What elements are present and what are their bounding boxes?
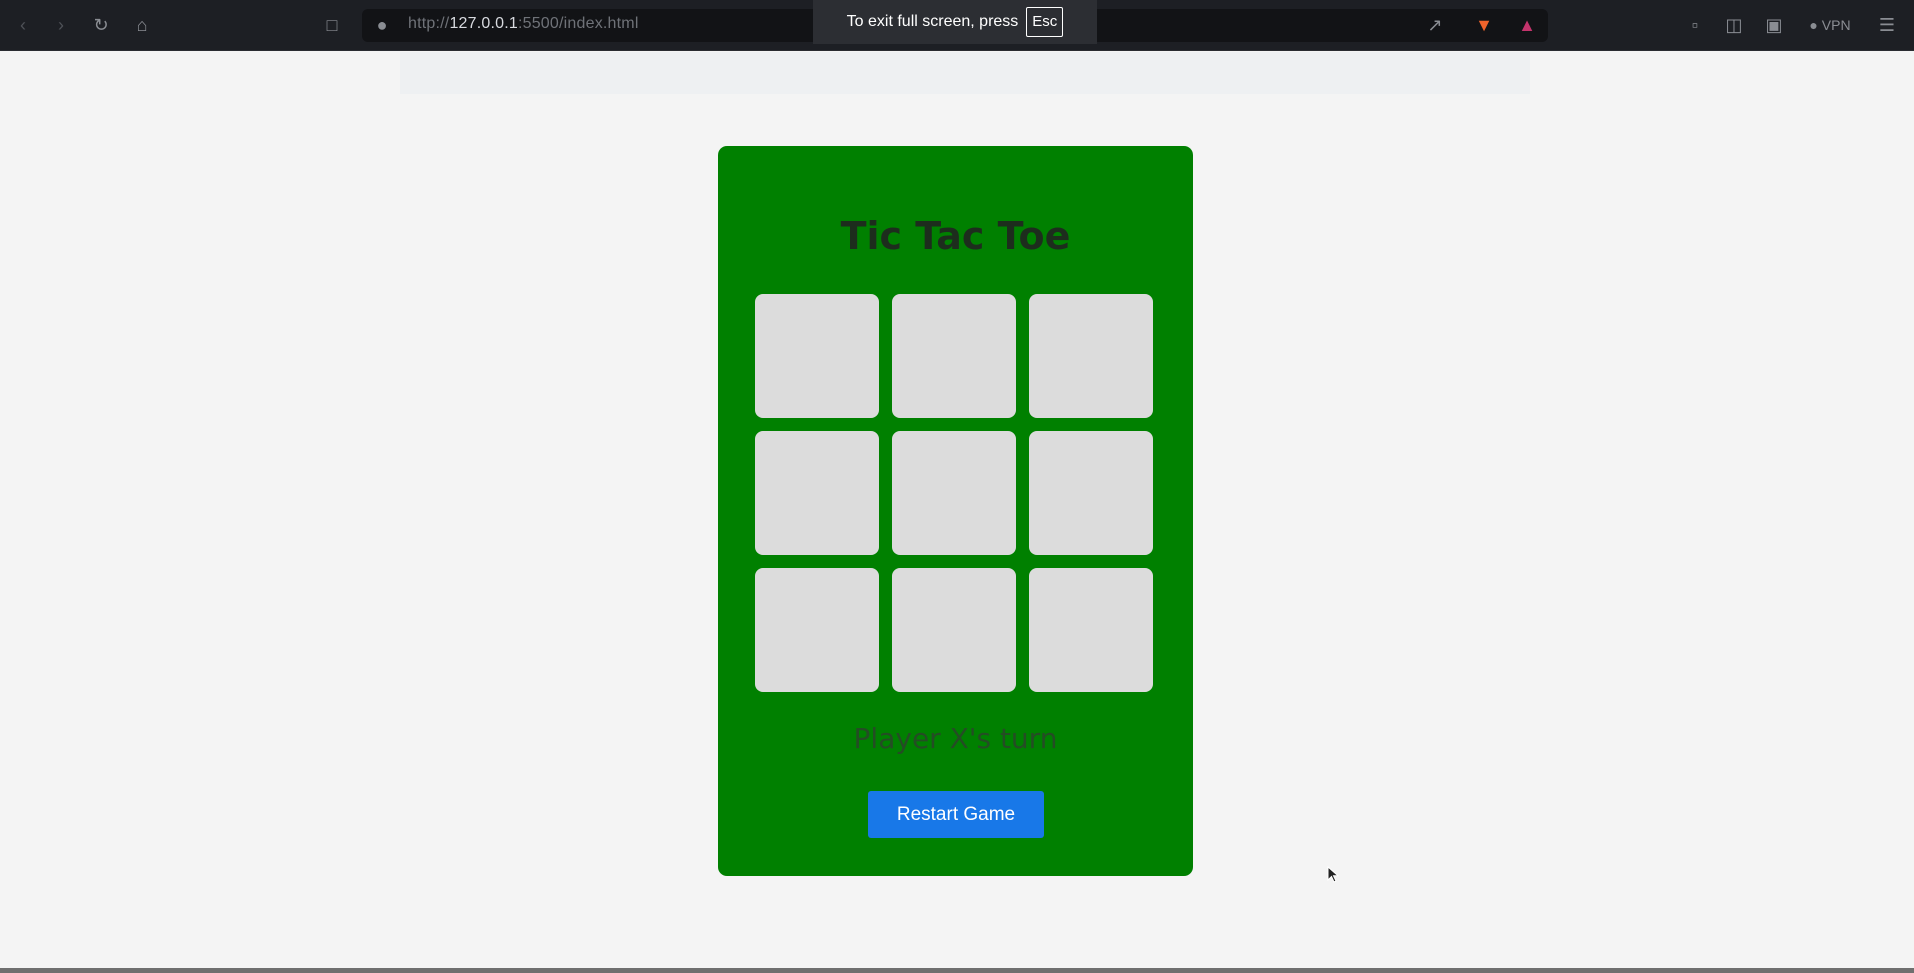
forward-icon[interactable]: › — [50, 14, 72, 36]
board-cell[interactable] — [1029, 431, 1153, 555]
url-scheme: http:// — [408, 15, 450, 32]
url-host: 127.0.0.1 — [449, 15, 518, 32]
mouse-cursor-icon — [1327, 866, 1340, 883]
board-cell[interactable] — [755, 568, 879, 692]
share-icon[interactable]: ↗ — [1424, 14, 1446, 36]
board-cell[interactable] — [892, 431, 1016, 555]
menu-icon[interactable]: ☰ — [1876, 14, 1898, 36]
esc-key-badge: Esc — [1026, 7, 1064, 37]
turn-status: Player X's turn — [853, 722, 1058, 755]
fullscreen-notice: To exit full screen, press Esc — [813, 0, 1097, 44]
board-cell[interactable] — [1029, 568, 1153, 692]
extensions-icon[interactable]: ▫ — [1684, 14, 1706, 36]
reload-icon[interactable]: ↻ — [90, 14, 112, 36]
bookmark-icon[interactable]: □ — [321, 14, 343, 36]
vpn-label: VPN — [1821, 17, 1851, 33]
board-cell[interactable] — [1029, 294, 1153, 418]
board-cell[interactable] — [755, 294, 879, 418]
back-icon[interactable]: ‹ — [12, 14, 34, 36]
home-icon[interactable]: ⌂ — [131, 14, 153, 36]
wallet-icon[interactable]: ▣ — [1763, 14, 1785, 36]
game-board — [755, 294, 1155, 692]
restart-game-button[interactable]: Restart Game — [868, 791, 1044, 838]
page-title: Tic Tac Toe — [840, 214, 1071, 258]
fullscreen-notice-text: To exit full screen, press — [846, 13, 1019, 30]
sidebar-icon[interactable]: ◫ — [1723, 14, 1745, 36]
board-cell[interactable] — [755, 431, 879, 555]
game-container: Tic Tac Toe Player X's turn Restart Game — [718, 146, 1193, 876]
url-text[interactable]: http://127.0.0.1:5500/index.html — [408, 15, 639, 33]
rewards-icon[interactable]: ▲ — [1516, 14, 1538, 36]
url-path: :5500/index.html — [517, 15, 639, 32]
vpn-button[interactable]: ● VPN — [1805, 14, 1855, 36]
brave-shield-icon[interactable]: ▼ — [1473, 14, 1495, 36]
board-cell[interactable] — [892, 568, 1016, 692]
screen-bottom-edge — [0, 968, 1914, 973]
board-cell[interactable] — [892, 294, 1016, 418]
page-header-strip — [400, 52, 1530, 94]
site-info-icon[interactable]: ● — [371, 14, 393, 36]
